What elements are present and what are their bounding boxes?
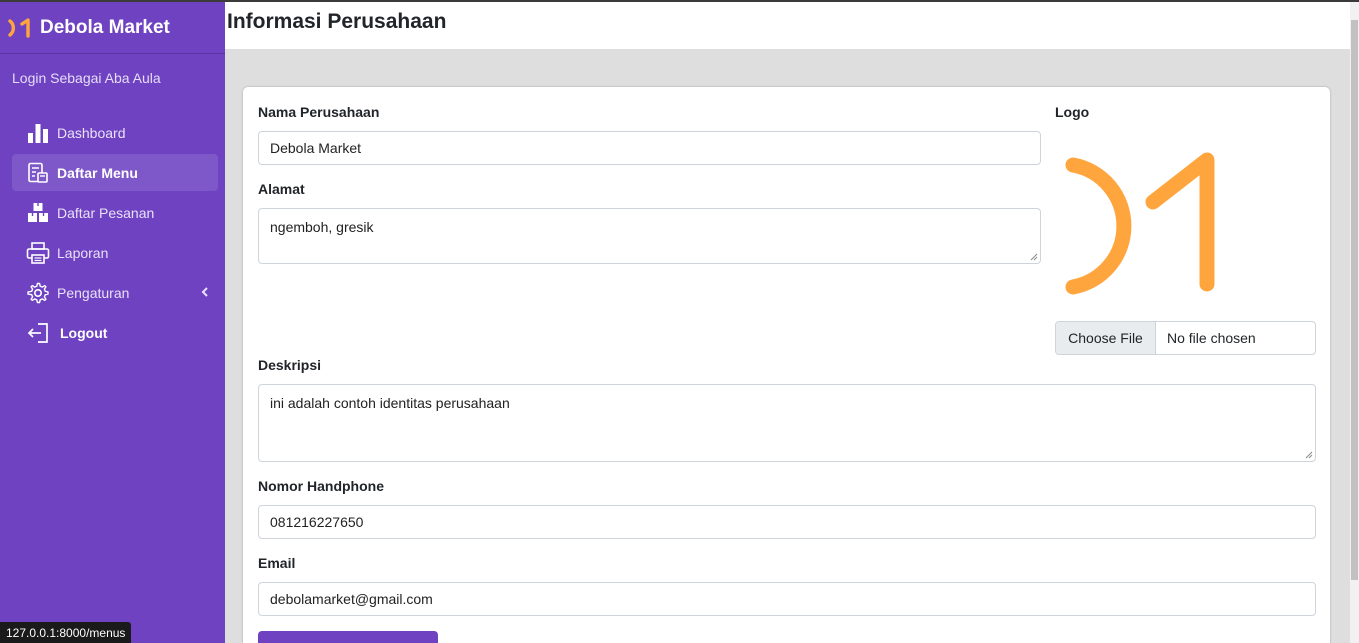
description-value: ini adalah contoh identitas perusahaan — [270, 395, 510, 411]
sidebar-nav: Dashboard Daftar Menu Daftar Pesanan Lap… — [0, 114, 225, 351]
boxes-icon — [26, 201, 50, 225]
company-name-input[interactable]: Debola Market — [258, 131, 1041, 165]
sidebar-item-pengaturan[interactable]: Pengaturan — [12, 274, 218, 311]
description-textarea[interactable]: ini adalah contoh identitas perusahaan — [258, 384, 1316, 462]
gear-icon — [26, 281, 50, 305]
printer-icon — [26, 241, 50, 265]
chevron-left-icon — [201, 287, 208, 297]
logo-file-input[interactable]: Choose File No file chosen — [1055, 321, 1316, 355]
logout-icon — [26, 321, 50, 345]
page-title: Informasi Perusahaan — [227, 10, 447, 33]
phone-input[interactable]: 081216227650 — [258, 505, 1316, 539]
sidebar-item-label: Daftar Menu — [57, 164, 138, 181]
user-panel: Login Sebagai Aba Aula — [12, 70, 161, 86]
window-top-border — [0, 0, 1359, 2]
sidebar-item-dashboard[interactable]: Dashboard — [12, 114, 218, 151]
save-button[interactable] — [258, 631, 438, 643]
sidebar-item-label: Daftar Pesanan — [57, 204, 155, 221]
brand-link[interactable]: Debola Market — [0, 2, 225, 54]
sidebar-item-laporan[interactable]: Laporan — [12, 234, 218, 271]
address-value: ngemboh, gresik — [270, 219, 374, 235]
sidebar-item-label: Dashboard — [57, 124, 126, 141]
menu-list-icon — [26, 161, 50, 185]
address-label: Alamat — [258, 181, 305, 197]
sidebar-item-daftar-menu[interactable]: Daftar Menu — [12, 154, 218, 191]
sidebar-item-label: Logout — [60, 324, 108, 341]
brand-name: Debola Market — [40, 16, 170, 38]
company-logo-image — [1065, 152, 1215, 295]
logo-label: Logo — [1055, 104, 1090, 120]
company-name-label: Nama Perusahaan — [258, 104, 380, 120]
address-textarea[interactable]: ngemboh, gresik — [258, 208, 1041, 264]
bar-chart-icon — [26, 121, 50, 145]
page-scrollbar[interactable] — [1350, 2, 1359, 643]
status-bar-url: 127.0.0.1:8000/menus — [0, 622, 132, 643]
phone-label: Nomor Handphone — [258, 478, 384, 494]
sidebar-item-label: Pengaturan — [57, 284, 130, 301]
resize-handle-icon[interactable] — [1030, 253, 1038, 261]
resize-handle-icon[interactable] — [1305, 451, 1313, 459]
choose-file-button[interactable]: Choose File — [1056, 322, 1156, 354]
company-info-card: Nama Perusahaan Debola Market Alamat nge… — [243, 87, 1330, 643]
scrollbar-thumb[interactable] — [1351, 20, 1358, 580]
sidebar-item-daftar-pesanan[interactable]: Daftar Pesanan — [12, 194, 218, 231]
description-label: Deskripsi — [258, 357, 322, 373]
page-header: Informasi Perusahaan — [225, 2, 1350, 49]
sidebar-item-logout[interactable]: Logout — [12, 314, 218, 351]
brand-logo-icon — [8, 17, 30, 38]
sidebar: Debola Market Login Sebagai Aba Aula Das… — [0, 2, 225, 643]
email-input[interactable]: debolamarket@gmail.com — [258, 582, 1316, 616]
email-label: Email — [258, 555, 296, 571]
file-status-text: No file chosen — [1167, 330, 1256, 346]
sidebar-item-label: Laporan — [57, 244, 109, 261]
